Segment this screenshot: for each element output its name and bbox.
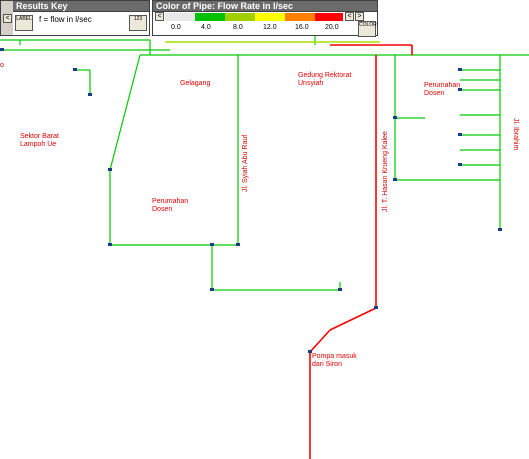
- label-button[interactable]: LABEL: [15, 15, 33, 31]
- color-scale-bar: [165, 13, 343, 21]
- tick-4: 16.0: [295, 24, 309, 31]
- tick-0: 0.0: [171, 24, 181, 31]
- green-pipes: [0, 30, 529, 291]
- tick-2: 8.0: [233, 24, 243, 31]
- label-perumahan-dosen-right: Perumahan Dosen: [424, 82, 461, 97]
- results-key-text: f = flow in l/sec: [39, 15, 92, 24]
- number-format-button[interactable]: 123: [129, 15, 147, 31]
- tick-3: 12.0: [263, 24, 277, 31]
- label-jl-ibrahim: Jl. Ibrahim: [512, 118, 519, 151]
- label-gedung-rektorat: Gedung Rektorat Unsyiah: [298, 72, 352, 87]
- results-nav-left-button[interactable]: <: [3, 14, 12, 23]
- label-gelagang: Gelagang: [180, 80, 211, 87]
- color-next-button-left[interactable]: <: [345, 12, 354, 21]
- color-key-title: Color of Pipe: Flow Rate in l/sec: [153, 1, 377, 11]
- results-key-panel: < Results Key LABEL f = flow in l/sec 12…: [0, 0, 150, 36]
- label-jl-hasan-krueng-kalee: Jl. T. Hasan Krueng Kalee: [382, 131, 389, 212]
- color-next-button[interactable]: >: [355, 12, 364, 21]
- results-key-title: Results Key: [13, 1, 149, 11]
- color-prev-button[interactable]: <: [155, 12, 164, 21]
- label-pompa-masuk: Pompa masuk dari Siron: [312, 353, 357, 368]
- color-key-panel: Color of Pipe: Flow Rate in l/sec < < > …: [152, 0, 378, 37]
- label-jl-syiah-abu-rauf: Jl. Syiah Abu Rauf: [242, 134, 249, 192]
- label-perumahan-dosen-center: Perumahan Dosen: [152, 198, 189, 213]
- label-sektor-barat: Sektor Barat Lampoh Ue: [20, 133, 59, 148]
- tick-5: 20.0: [325, 24, 339, 31]
- label-edge-left: o: [0, 62, 4, 69]
- pipe-network-map[interactable]: [0, 0, 529, 459]
- red-pipes: [309, 44, 413, 459]
- tick-1: 4.0: [201, 24, 211, 31]
- color-settings-button[interactable]: COLOR: [358, 21, 377, 37]
